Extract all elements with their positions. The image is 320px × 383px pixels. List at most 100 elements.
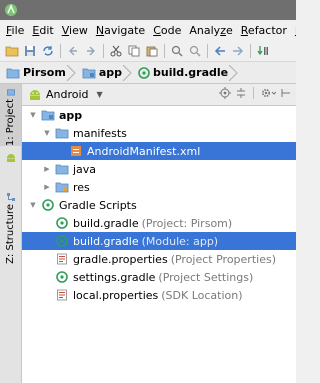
tab-structure[interactable]: Z: Structure: [0, 190, 21, 270]
find-icon[interactable]: [168, 42, 186, 60]
menu-bar: FileEditViewNavigateCodeAnalyzeRefactorB…: [0, 20, 296, 40]
expand-toggle-icon[interactable]: ▼: [28, 110, 38, 120]
navigation-bar: Pirsom app build.gradle: [0, 62, 296, 84]
tree-row[interactable]: ▶ java: [22, 160, 296, 178]
tree-row[interactable]: settings.gradle (Project Settings): [22, 268, 296, 286]
properties-file-icon: [55, 252, 69, 266]
project-tree: ▼ app ▼ manifests AndroidManifest.xml ▶ java ▶ r…: [22, 106, 296, 304]
tree-row-detail: (Project: Pirsom): [141, 216, 233, 230]
tab-project[interactable]: 1: Project: [0, 84, 21, 146]
copy-icon[interactable]: [125, 42, 143, 60]
tree-row[interactable]: build.gradle (Project: Pirsom): [22, 214, 296, 232]
expand-toggle-icon[interactable]: ▼: [42, 128, 52, 138]
breadcrumb-separator-icon: [228, 64, 238, 81]
toggle-spacer: [56, 146, 66, 156]
gradle-file-icon: [55, 216, 69, 230]
module-folder-icon: [82, 67, 96, 79]
tree-row-detail: (Module: app): [141, 234, 219, 248]
tree-row[interactable]: ▼ manifests: [22, 124, 296, 142]
tree-row-detail: (SDK Location): [161, 288, 243, 302]
tree-row[interactable]: local.properties (SDK Location): [22, 286, 296, 304]
tree-row-label: AndroidManifest.xml: [87, 144, 201, 158]
tree-row-label: gradle.properties: [73, 252, 168, 266]
tree-row-label: build.gradle: [73, 234, 139, 248]
android-studio-logo-icon: [5, 4, 17, 16]
menu-code[interactable]: Code: [149, 24, 185, 37]
breadcrumb-project[interactable]: Pirsom: [2, 64, 78, 82]
breadcrumb-separator-icon: [122, 64, 132, 81]
toggle-spacer: [42, 236, 52, 246]
tree-row[interactable]: ▶ res: [22, 178, 296, 196]
tree-row-label: java: [73, 162, 97, 176]
collapse-all-icon[interactable]: [235, 87, 247, 99]
folder-icon: [55, 162, 69, 176]
menu-refactor[interactable]: Refactor: [237, 24, 291, 37]
panel-tools-separator: [253, 87, 254, 99]
menu-edit[interactable]: Edit: [28, 24, 57, 37]
locate-icon[interactable]: [219, 87, 231, 99]
android-icon: [6, 154, 15, 162]
tree-row-label: local.properties: [73, 288, 159, 302]
navigate-back-icon[interactable]: [211, 42, 229, 60]
project-tab-icon: [6, 89, 15, 96]
title-bar: [0, 0, 296, 20]
breadcrumb-module[interactable]: app: [78, 64, 134, 82]
open-folder-icon[interactable]: [3, 42, 21, 60]
toolbar-separator: [207, 43, 208, 58]
gear-icon[interactable]: [260, 87, 276, 99]
menu-view[interactable]: View: [58, 24, 92, 37]
view-selector-label: Android: [46, 88, 89, 101]
save-all-icon[interactable]: [21, 42, 39, 60]
panel-tools: [219, 87, 292, 99]
breadcrumb-label: build.gradle: [153, 66, 229, 79]
tree-row[interactable]: ▼ Gradle Scripts: [22, 196, 296, 214]
gradle-file-icon: [138, 66, 150, 79]
tree-row-label: app: [59, 108, 83, 122]
tree-row-label: build.gradle: [73, 216, 139, 230]
tree-row-detail: (Project Settings): [158, 270, 254, 284]
menu-build[interactable]: Build: [291, 24, 296, 37]
breadcrumb-file[interactable]: build.gradle: [134, 64, 240, 82]
toggle-spacer: [42, 254, 52, 264]
gradle-file-icon: [55, 270, 69, 284]
forward-icon[interactable]: [82, 42, 100, 60]
project-panel-header: Android ▼: [22, 84, 296, 106]
menu-file[interactable]: File: [2, 24, 28, 37]
tree-row[interactable]: ▼ app: [22, 106, 296, 124]
module-folder-icon: [41, 108, 55, 122]
toolbar-separator: [103, 43, 104, 58]
view-selector[interactable]: Android ▼: [28, 88, 103, 101]
android-icon: [30, 89, 40, 100]
breadcrumb-label: app: [98, 66, 122, 79]
tree-row-label: settings.gradle: [73, 270, 156, 284]
cut-icon[interactable]: [107, 42, 125, 60]
tab-android[interactable]: [0, 146, 21, 168]
sync-icon[interactable]: [39, 42, 57, 60]
tree-row[interactable]: build.gradle (Module: app): [22, 232, 296, 250]
hide-panel-icon[interactable]: [280, 87, 292, 99]
collapse-toggle-icon[interactable]: ▶: [42, 182, 52, 192]
project-panel: Android ▼ ▼ app ▼ manifests AndroidManifest.…: [22, 84, 296, 383]
menu-analyze[interactable]: Analyze: [185, 24, 236, 37]
collapse-toggle-icon[interactable]: ▶: [42, 164, 52, 174]
gradle-scripts-icon: [41, 198, 55, 212]
tree-row-detail: (Project Properties): [170, 252, 276, 266]
make-project-icon[interactable]: [254, 42, 272, 60]
folder-icon: [6, 67, 20, 79]
properties-file-icon: [55, 288, 69, 302]
res-folder-icon: [55, 180, 69, 194]
paste-icon[interactable]: [143, 42, 161, 60]
main-toolbar: [0, 40, 296, 62]
toggle-spacer: [42, 290, 52, 300]
manifest-file-icon: [69, 144, 83, 158]
toggle-spacer: [42, 272, 52, 282]
tree-row[interactable]: AndroidManifest.xml: [22, 142, 296, 160]
back-icon[interactable]: [64, 42, 82, 60]
expand-toggle-icon[interactable]: ▼: [28, 200, 38, 210]
menu-navigate[interactable]: Navigate: [92, 24, 149, 37]
navigate-forward-icon[interactable]: [229, 42, 247, 60]
breadcrumb-separator-icon: [66, 64, 76, 81]
tree-row[interactable]: gradle.properties (Project Properties): [22, 250, 296, 268]
replace-icon[interactable]: [186, 42, 204, 60]
structure-tab-icon: [6, 193, 15, 201]
